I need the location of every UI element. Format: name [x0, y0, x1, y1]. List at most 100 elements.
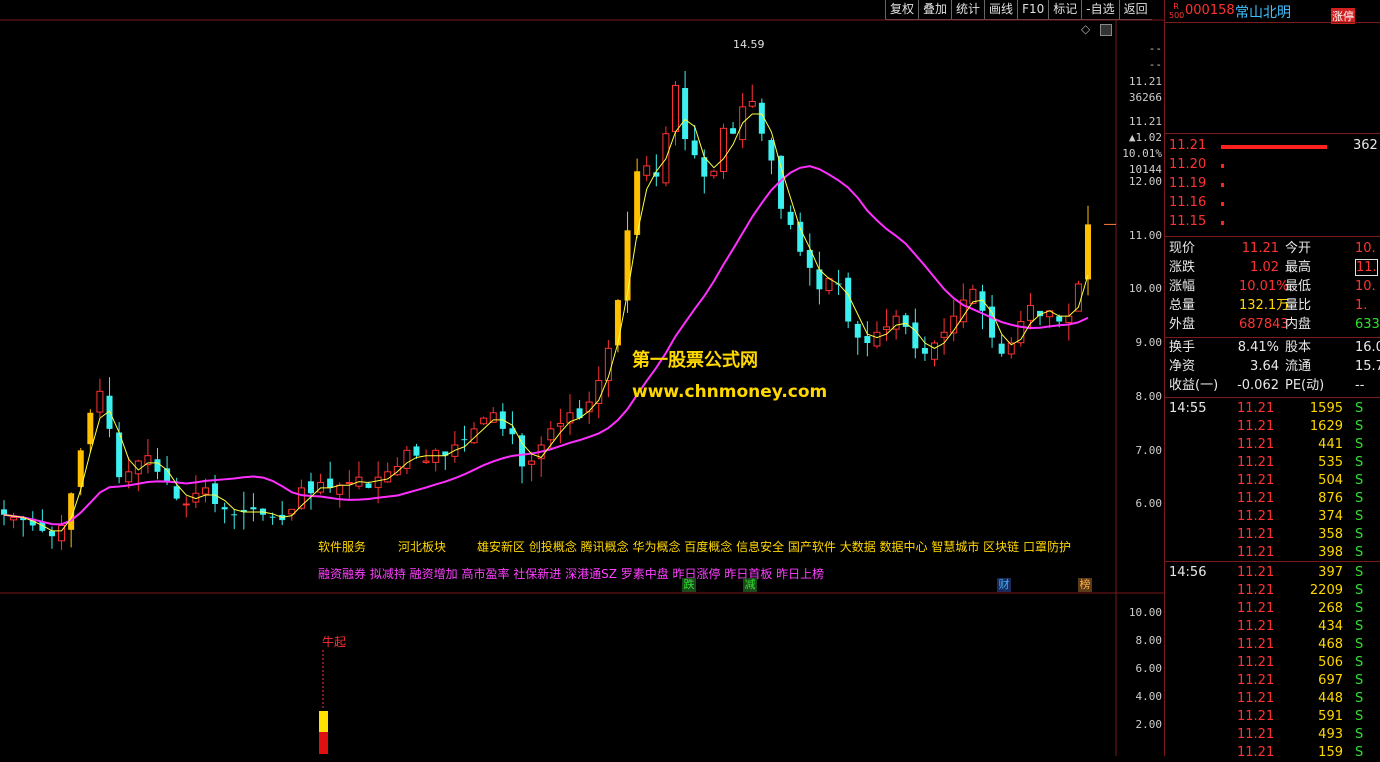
quote-row: 收益(一) -0.062 PE(动) -- — [1165, 377, 1380, 395]
tick-price: 11.21 — [1237, 455, 1275, 470]
candle-body — [432, 449, 440, 463]
tick-price: 11.21 — [1237, 565, 1275, 580]
tick-price: 11.21 — [1237, 673, 1275, 688]
tick-volume: 1595 — [1309, 401, 1343, 416]
candle-body — [327, 478, 334, 488]
tick-side: S — [1355, 401, 1364, 416]
candle-body — [854, 323, 861, 338]
quote-value: 16.0 — [1355, 340, 1380, 355]
tick-row: 11.21 504 S — [1165, 472, 1380, 490]
kline-chart[interactable] — [0, 0, 1164, 756]
quote-label: 流通 — [1285, 359, 1312, 374]
candle-body — [212, 483, 219, 504]
price-axis-label: 10.00 — [1128, 282, 1162, 295]
axis-info-text: 10.01% — [1122, 147, 1162, 160]
tick-price: 11.21 — [1237, 545, 1275, 560]
tick-volume: 697 — [1318, 673, 1343, 688]
candle-body — [998, 343, 1005, 354]
candle-body — [748, 101, 756, 107]
watermark-title: 第一股票公式网 — [632, 350, 758, 371]
tick-side: S — [1355, 655, 1364, 670]
tick-price: 11.21 — [1237, 419, 1275, 434]
candle-body — [317, 482, 325, 493]
sector-tag[interactable]: 雄安新区 创投概念 腾讯概念 华为概念 百度概念 信息安全 国产软件 大数据 数… — [477, 538, 1071, 555]
tick-row: 11.21 697 S — [1165, 672, 1380, 690]
quote-value: 6332 — [1355, 317, 1380, 332]
tick-price: 11.21 — [1237, 509, 1275, 524]
chart-settings-icon[interactable]: ◇ — [1081, 22, 1090, 36]
event-marker-reduce[interactable]: 减 — [743, 578, 757, 592]
event-marker-fall[interactable]: 跌 — [682, 578, 696, 592]
quote-value: 10.01% — [1239, 279, 1289, 294]
tick-side: S — [1355, 545, 1364, 560]
tick-price: 11.21 — [1237, 473, 1275, 488]
quote-label: 最低 — [1285, 279, 1312, 294]
chart-scroll-icon[interactable] — [1100, 24, 1112, 36]
indicator-axis-label: 2.00 — [1135, 718, 1163, 731]
order-price: 11.16 — [1169, 195, 1207, 210]
quote-row: 涨幅 10.01% 最低 10. — [1165, 278, 1380, 296]
quote-value: 3.64 — [1250, 359, 1279, 374]
quote-value: 1.02 — [1250, 260, 1279, 275]
tick-row: 11.21 2209 S — [1165, 582, 1380, 600]
candle-body — [912, 322, 919, 349]
tick-volume: 268 — [1318, 601, 1343, 616]
tick-volume: 398 — [1318, 545, 1343, 560]
candle-body — [883, 326, 891, 330]
candle-body — [221, 507, 228, 510]
sector-tag[interactable]: 软件服务 — [318, 538, 366, 555]
watermark-url: www.chnmoney.com — [632, 382, 828, 402]
price-axis-label: 11.00 — [1128, 229, 1162, 242]
sector-tag[interactable]: 河北板块 — [398, 538, 446, 555]
tick-price: 11.21 — [1237, 527, 1275, 542]
stock-name: 常山北明 — [1235, 5, 1291, 21]
order-volume-bar — [1221, 145, 1327, 149]
order-volume-bar — [1221, 183, 1224, 187]
quote-label: 换手 — [1169, 340, 1196, 355]
quote-row: 净资 3.64 流通 15.7 — [1165, 358, 1380, 376]
event-marker-ranking[interactable]: 榜 — [1078, 578, 1092, 592]
tick-side: S — [1355, 727, 1364, 742]
candle-body — [461, 439, 468, 441]
tick-volume: 374 — [1318, 509, 1343, 524]
candle-body — [864, 336, 871, 343]
tick-side: S — [1355, 491, 1364, 506]
tick-volume: 159 — [1318, 745, 1343, 760]
tick-side: S — [1355, 619, 1364, 634]
candle-body — [989, 306, 996, 338]
tick-row: 14:56 11.21 397 S — [1165, 564, 1380, 582]
tick-row: 11.21 159 S — [1165, 744, 1380, 762]
tick-side: S — [1355, 601, 1364, 616]
candle-body — [921, 348, 928, 354]
candle-body — [1065, 315, 1073, 323]
order-volume-bar — [1221, 202, 1224, 206]
order-book-row: 11.20 — [1169, 156, 1206, 174]
quote-label: 总量 — [1169, 298, 1196, 313]
quote-row: 涨跌 1.02 最高 11. — [1165, 259, 1380, 277]
candle-body — [173, 486, 180, 499]
tick-side: S — [1355, 455, 1364, 470]
tick-side: S — [1355, 745, 1364, 760]
indicator-axis-label: 8.00 — [1135, 634, 1163, 647]
quote-label: 收益(一) — [1169, 378, 1219, 393]
tick-row: 11.21 591 S — [1165, 708, 1380, 726]
candle-body — [643, 165, 651, 176]
candle-body — [489, 412, 497, 423]
candles-group — [1, 70, 1091, 550]
tick-volume: 358 — [1318, 527, 1343, 542]
quote-panel: R 500 000158 常山北明 涨停 11.21 362 11.20 11.… — [1164, 0, 1380, 760]
quote-label: 量比 — [1285, 298, 1312, 313]
tick-volume: 448 — [1318, 691, 1343, 706]
tick-price: 11.21 — [1237, 491, 1275, 506]
candle-body — [682, 88, 689, 140]
indicator-signal-label: 牛起 — [322, 635, 347, 649]
quote-label: 涨幅 — [1169, 279, 1196, 294]
order-book-row: 11.15 — [1169, 213, 1206, 231]
tick-side: S — [1355, 527, 1364, 542]
axis-info-text: 36266 — [1128, 91, 1162, 104]
tick-volume: 591 — [1318, 709, 1343, 724]
event-marker-finance[interactable]: 财 — [997, 578, 1011, 592]
candle-body — [873, 331, 881, 347]
tick-price: 11.21 — [1237, 655, 1275, 670]
tick-volume: 535 — [1318, 455, 1343, 470]
